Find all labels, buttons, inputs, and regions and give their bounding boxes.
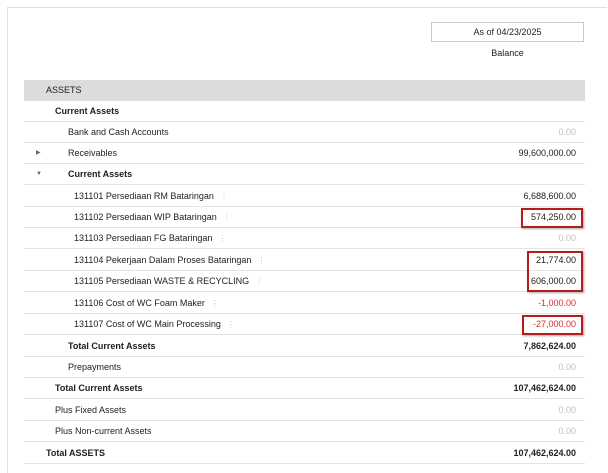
row-amount[interactable]: 0.00	[558, 421, 576, 441]
row-amount: 107,462,624.00	[513, 383, 576, 393]
total-row: Total Current Assets 107,462,624.00	[24, 378, 585, 399]
vertical-dots-icon[interactable]: ⋮	[223, 208, 231, 228]
as-of-date-header[interactable]: As of 04/23/2025	[431, 22, 584, 42]
row-label: Bank and Cash Accounts	[68, 127, 169, 137]
section-row-assets: ASSETS	[24, 80, 585, 101]
row-label: 131104 Pekerjaan Dalam Proses Bataringan	[74, 255, 252, 265]
row-amount[interactable]: 0.00	[558, 122, 576, 142]
row-amount[interactable]: 0.00	[558, 400, 576, 420]
row-label: Total Current Assets	[68, 341, 156, 351]
account-row[interactable]: Prepayments 0.00	[24, 357, 585, 378]
row-amount[interactable]: 99,600,000.00	[518, 143, 576, 163]
group-row-current-assets: Current Assets	[24, 101, 585, 122]
row-label: Receivables	[68, 148, 118, 158]
account-row[interactable]: Plus Fixed Assets 0.00	[24, 400, 585, 421]
account-row[interactable]: Plus Non-current Assets 0.00	[24, 421, 585, 442]
account-row[interactable]: 131102 Persediaan WIP Bataringan ⋮ 574,25…	[24, 207, 585, 228]
account-row[interactable]: 131104 Pekerjaan Dalam Proses Bataringan…	[24, 250, 585, 271]
account-row[interactable]: 131107 Cost of WC Main Processing ⋮ -27,0…	[24, 314, 585, 335]
caret-right-icon[interactable]: ▶	[36, 143, 41, 163]
row-label: ASSETS	[46, 85, 82, 95]
row-label: 131107 Cost of WC Main Processing	[74, 319, 221, 329]
row-label: 131105 Persediaan WASTE & RECYCLING	[74, 276, 250, 286]
row-label: 131102 Persediaan WIP Bataringan	[74, 212, 217, 222]
group-row-current-assets-expanded[interactable]: ▼ Current Assets	[24, 164, 585, 185]
account-row[interactable]: ▶ Receivables 99,600,000.00	[24, 143, 585, 164]
highlight-box	[521, 208, 583, 228]
row-label: Plus Non-current Assets	[55, 426, 152, 436]
vertical-dots-icon[interactable]: ⋮	[218, 229, 226, 249]
row-label: Prepayments	[68, 362, 122, 372]
row-label: Current Assets	[68, 169, 133, 179]
account-row[interactable]: Bank and Cash Accounts 0.00	[24, 122, 585, 143]
account-row[interactable]: 131103 Persediaan FG Bataringan ⋮ 0.00	[24, 228, 585, 249]
caret-down-icon[interactable]: ▼	[36, 164, 42, 184]
highlight-box	[522, 315, 583, 335]
balance-column-header: Balance	[491, 48, 524, 58]
row-label: Plus Fixed Assets	[55, 405, 127, 415]
row-amount[interactable]: 6,688,600.00	[523, 186, 576, 206]
vertical-dots-icon[interactable]: ⋮	[227, 315, 235, 335]
row-amount: 7,862,624.00	[523, 341, 576, 351]
row-amount[interactable]: 0.00	[558, 357, 576, 377]
total-row: Total Current Assets 7,862,624.00	[24, 336, 585, 357]
vertical-dots-icon[interactable]: ⋮	[220, 187, 228, 207]
row-label: 131101 Persediaan RM Bataringan	[74, 191, 214, 201]
account-row[interactable]: 131101 Persediaan RM Bataringan ⋮ 6,688,6…	[24, 186, 585, 207]
row-label: Current Assets	[55, 106, 120, 116]
row-amount[interactable]: 0.00	[558, 228, 576, 248]
highlight-box	[527, 251, 583, 292]
row-label: Total Current Assets	[55, 383, 143, 393]
vertical-dots-icon[interactable]: ⋮	[211, 294, 219, 314]
row-label: 131103 Persediaan FG Bataringan	[74, 233, 213, 243]
account-row[interactable]: 131105 Persediaan WASTE & RECYCLING ⋮ 606…	[24, 271, 585, 292]
row-amount[interactable]: -1,000.00	[538, 293, 576, 313]
vertical-dots-icon[interactable]: ⋮	[257, 251, 265, 271]
vertical-dots-icon[interactable]: ⋮	[255, 272, 263, 292]
total-row-assets: Total ASSETS 107,462,624.00	[24, 443, 585, 464]
row-label: Total ASSETS	[46, 448, 106, 458]
row-label: 131106 Cost of WC Foam Maker	[74, 298, 205, 308]
account-row[interactable]: 131106 Cost of WC Foam Maker ⋮ -1,000.00	[24, 293, 585, 314]
row-amount: 107,462,624.00	[513, 448, 576, 458]
